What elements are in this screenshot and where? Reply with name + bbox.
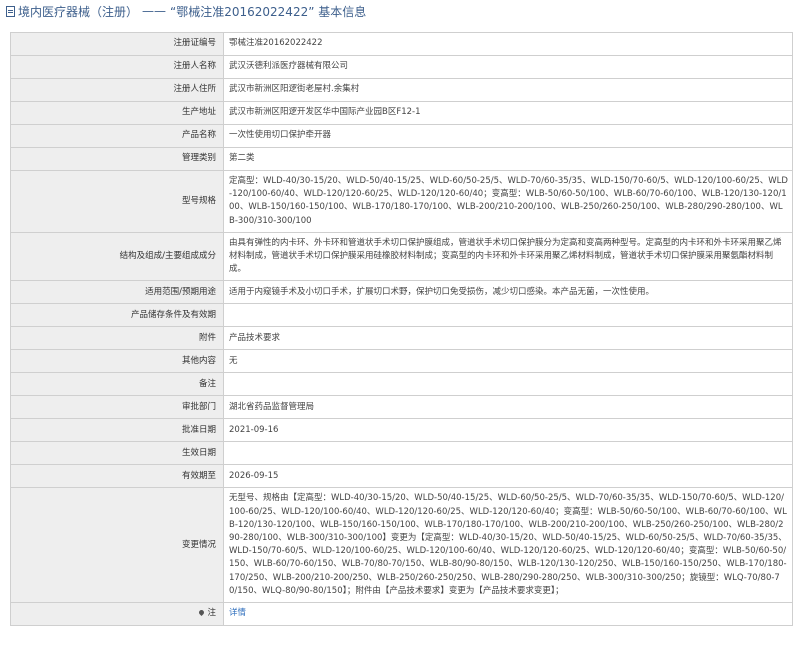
- field-label: 结构及组成/主要组成成分: [10, 231, 224, 282]
- table-row: 结构及组成/主要组成成分 由具有弹性的内卡环、外卡环和管道状手术切口保护膜组成，…: [10, 231, 793, 282]
- table-row: 审批部门 湖北省药品监督管理局: [10, 395, 793, 420]
- table-row: 产品名称 一次性使用切口保护牵开器: [10, 124, 793, 148]
- field-label: 适用范围/预期用途: [10, 280, 224, 305]
- field-value: 2026-09-15: [223, 464, 793, 489]
- table-row: 生效日期: [10, 441, 793, 466]
- field-label: 备注: [10, 372, 224, 397]
- pin-icon: [198, 609, 206, 617]
- field-value: 第二类: [223, 147, 793, 171]
- field-value: [223, 441, 793, 466]
- field-value: [223, 303, 793, 328]
- table-row: 型号规格 定高型：WLD-40/30-15/20、WLD-50/40-15/25…: [10, 170, 793, 233]
- table-row: 注册人名称 武汉沃德利派医疗器械有限公司: [10, 55, 793, 79]
- field-value: 湖北省药品监督管理局: [223, 395, 793, 420]
- field-value: 2021-09-16: [223, 418, 793, 443]
- table-row: 适用范围/预期用途 适用于内窥镜手术及小切口手术，扩展切口术野，保护切口免受损伤…: [10, 280, 793, 305]
- table-row: 其他内容 无: [10, 349, 793, 374]
- field-value: 适用于内窥镜手术及小切口手术，扩展切口术野，保护切口免受损伤，减少切口感染。本产…: [223, 280, 793, 305]
- header-separator: ——: [142, 4, 167, 18]
- details-link[interactable]: 详情: [229, 608, 246, 618]
- field-value: 产品技术要求: [223, 326, 793, 351]
- field-label: 管理类别: [10, 147, 224, 171]
- field-label: 产品储存条件及有效期: [10, 303, 224, 328]
- footer-label: 注: [10, 602, 224, 627]
- info-table: 注册证编号 鄂械注准20162022422 注册人名称 武汉沃德利派医疗器械有限…: [10, 32, 793, 627]
- document-icon: [6, 5, 15, 17]
- page-header: 境内医疗器械（注册） —— “鄂械注准20162022422” 基本信息: [0, 0, 795, 22]
- field-label: 有效期至: [10, 464, 224, 489]
- field-label: 生产地址: [10, 101, 224, 125]
- table-row: 批准日期 2021-09-16: [10, 418, 793, 443]
- table-row: 管理类别 第二类: [10, 147, 793, 171]
- field-label: 注册人住所: [10, 78, 224, 102]
- table-row: 注 详情: [10, 602, 793, 627]
- field-value: 武汉市新洲区阳逻开发区华中国际产业园B区F12-1: [223, 101, 793, 125]
- breadcrumb[interactable]: 境内医疗器械（注册）: [18, 3, 138, 20]
- table-row: 备注: [10, 372, 793, 397]
- field-value: 由具有弹性的内卡环、外卡环和管道状手术切口保护膜组成，管道状手术切口保护膜分为定…: [223, 231, 793, 282]
- field-label: 附件: [10, 326, 224, 351]
- table-row: 变更情况 无型号、规格由【定高型：WLD-40/30-15/20、WLD-50/…: [10, 487, 793, 604]
- field-label: 产品名称: [10, 124, 224, 148]
- field-value: 无型号、规格由【定高型：WLD-40/30-15/20、WLD-50/40-15…: [223, 487, 793, 604]
- table-row: 有效期至 2026-09-15: [10, 464, 793, 489]
- table-row: 附件 产品技术要求: [10, 326, 793, 351]
- field-value: 定高型：WLD-40/30-15/20、WLD-50/40-15/25、WLD-…: [223, 170, 793, 233]
- field-value: 鄂械注准20162022422: [223, 32, 793, 56]
- field-label: 变更情况: [10, 487, 224, 604]
- table-row: 注册人住所 武汉市新洲区阳逻街老屋村.余集村: [10, 78, 793, 102]
- field-value: 无: [223, 349, 793, 374]
- page-title: “鄂械注准20162022422” 基本信息: [170, 4, 367, 19]
- table-row: 生产地址 武汉市新洲区阳逻开发区华中国际产业园B区F12-1: [10, 101, 793, 125]
- field-value: 武汉沃德利派医疗器械有限公司: [223, 55, 793, 79]
- field-value: [223, 372, 793, 397]
- table-row: 注册证编号 鄂械注准20162022422: [10, 32, 793, 56]
- field-label: 审批部门: [10, 395, 224, 420]
- table-row: 产品储存条件及有效期: [10, 303, 793, 328]
- info-table-wrapper: 注册证编号 鄂械注准20162022422 注册人名称 武汉沃德利派医疗器械有限…: [10, 32, 793, 627]
- field-label: 注册人名称: [10, 55, 224, 79]
- field-label: 其他内容: [10, 349, 224, 374]
- field-label: 注册证编号: [10, 32, 224, 56]
- field-label: 生效日期: [10, 441, 224, 466]
- field-label: 型号规格: [10, 170, 224, 233]
- footer-label-text: 注: [207, 608, 216, 619]
- field-value: 武汉市新洲区阳逻街老屋村.余集村: [223, 78, 793, 102]
- footer-value: 详情: [223, 602, 793, 627]
- field-label: 批准日期: [10, 418, 224, 443]
- field-value: 一次性使用切口保护牵开器: [223, 124, 793, 148]
